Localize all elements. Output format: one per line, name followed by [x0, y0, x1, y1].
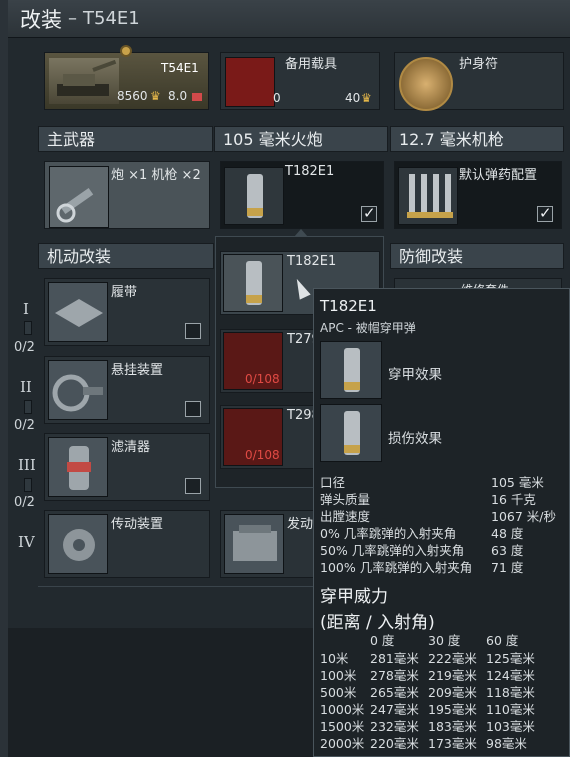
damage-effect-label: 损伤效果	[388, 431, 442, 447]
mouse-cursor-icon	[291, 276, 311, 300]
mg-ammo-label: 默认弹药配置	[459, 168, 538, 183]
gun-ammo-label: T182E1	[285, 164, 335, 179]
ammo-option-progress: 0/108	[245, 448, 280, 462]
shell-icon	[223, 254, 283, 312]
tooltip-subtitle: APC - 被帽穿甲弹	[320, 321, 416, 335]
tier-iii-count: 0/2	[14, 495, 35, 510]
mg-ammo-checkbox[interactable]	[537, 204, 553, 222]
spare-vehicle-count: 0	[273, 91, 281, 105]
tier-i-count: 0/2	[14, 340, 35, 355]
spare-vehicle-label: 备用载具	[285, 57, 338, 72]
pen-value-cell: 220毫米	[370, 736, 419, 751]
window-title: 改装	[20, 7, 62, 32]
pen-value-cell: 173毫米	[428, 736, 477, 751]
tier-iii: III	[18, 456, 36, 474]
ammo-option-progress: 0/108	[245, 372, 280, 386]
tier-iv: IV	[18, 533, 35, 551]
shell-icon	[224, 167, 284, 225]
talisman-icon	[399, 57, 453, 111]
section-defense: 防御改装	[390, 243, 564, 269]
window-titlebar: 改装 – T54E1	[8, 0, 570, 38]
mod-engine-label: 发动	[287, 517, 314, 532]
mod-filters[interactable]: 滤清器	[44, 433, 210, 501]
section-mobility: 机动改装	[38, 243, 214, 269]
spare-vehicle-icon	[225, 57, 275, 107]
talisman-card[interactable]: 护身符	[394, 52, 564, 111]
vehicle-card[interactable]: T54E1 8560 ♛ 8.0	[44, 45, 209, 110]
main-weapon-card[interactable]: 炮 ×1 机枪 ×2	[44, 161, 210, 229]
section-gun: 105 毫米火炮	[214, 126, 388, 152]
spare-vehicle-price: 40	[345, 91, 361, 105]
golden-eagle-icon: ♛	[361, 91, 372, 105]
mod-suspension[interactable]: 悬挂装置	[44, 356, 210, 424]
mod-transmission[interactable]: 传动装置	[44, 510, 210, 578]
popup-arrow-icon	[294, 229, 308, 237]
penetration-effect-label: 穿甲效果	[388, 367, 442, 383]
penetration-title: 穿甲威力	[320, 587, 388, 607]
stat-ricochet-100-value: 71 度	[491, 560, 524, 575]
pen-header-0deg: 0 度	[370, 633, 395, 648]
title-separator: –	[68, 8, 77, 29]
damage-effect-icon	[320, 404, 382, 462]
ammo-tooltip: T182E1 APC - 被帽穿甲弹 穿甲效果 损伤效果 口径 105 毫米 弹…	[313, 288, 570, 757]
pen-value-cell: 98毫米	[486, 736, 527, 751]
vehicle-price: 8560	[117, 89, 148, 103]
main-weapon-label: 炮 ×1 机枪 ×2	[111, 168, 201, 183]
tooltip-title: T182E1	[320, 297, 377, 315]
talisman-label: 护身符	[459, 57, 499, 72]
vehicle-battle-rating: 8.0	[168, 89, 188, 103]
gun-ammo-card[interactable]: T182E1	[220, 161, 384, 229]
transmission-icon	[48, 514, 108, 574]
vehicle-name: T54E1	[161, 61, 199, 75]
background-panel	[0, 0, 8, 757]
mod-transmission-label: 传动装置	[111, 517, 164, 532]
suspension-icon	[48, 360, 108, 420]
spare-vehicle-card[interactable]: 备用载具 0 40 ♛	[220, 52, 380, 110]
tank-icon	[49, 58, 119, 104]
mod-suspension-label: 悬挂装置	[111, 363, 164, 378]
mod-suspension-checkbox[interactable]	[185, 401, 201, 417]
tier-i: I	[23, 300, 29, 318]
section-mg: 12.7 毫米机枪	[390, 126, 564, 152]
tier-ii: II	[20, 378, 32, 396]
gold-eagle-icon: ♛	[150, 89, 161, 103]
stat-ricochet-100-label: 100% 几率跳弹的入射夹角	[320, 560, 473, 575]
window-vehicle-name: T54E1	[83, 8, 140, 29]
penetration-effect-icon	[320, 341, 382, 399]
ammo-option-label: T182E1	[287, 254, 337, 269]
pen-header-60deg: 60 度	[486, 633, 519, 648]
filter-icon	[48, 437, 108, 497]
rank-icon	[192, 93, 202, 101]
medal-icon	[120, 45, 132, 57]
mg-ammo-card[interactable]: 默认弹药配置	[394, 161, 562, 229]
wrench-icon	[49, 166, 109, 228]
mg-belt-icon	[398, 167, 458, 225]
tier-bar-3	[24, 478, 32, 492]
mod-filters-checkbox[interactable]	[185, 478, 201, 494]
pen-distance-cell: 2000米	[320, 736, 365, 751]
mod-filters-label: 滤清器	[111, 440, 151, 455]
pen-header-30deg: 30 度	[428, 633, 461, 648]
section-main-weapon: 主武器	[38, 126, 213, 152]
mod-tracks[interactable]: 履带	[44, 278, 210, 346]
tracks-icon	[48, 282, 108, 342]
engine-icon	[224, 514, 284, 574]
mod-engine[interactable]: 发动	[220, 510, 316, 578]
gun-ammo-checkbox[interactable]	[361, 204, 377, 222]
mod-tracks-checkbox[interactable]	[185, 323, 201, 339]
tier-bar-2	[24, 400, 32, 414]
tier-bar-1	[24, 321, 32, 335]
mod-tracks-label: 履带	[111, 285, 138, 300]
tier-ii-count: 0/2	[14, 418, 35, 433]
